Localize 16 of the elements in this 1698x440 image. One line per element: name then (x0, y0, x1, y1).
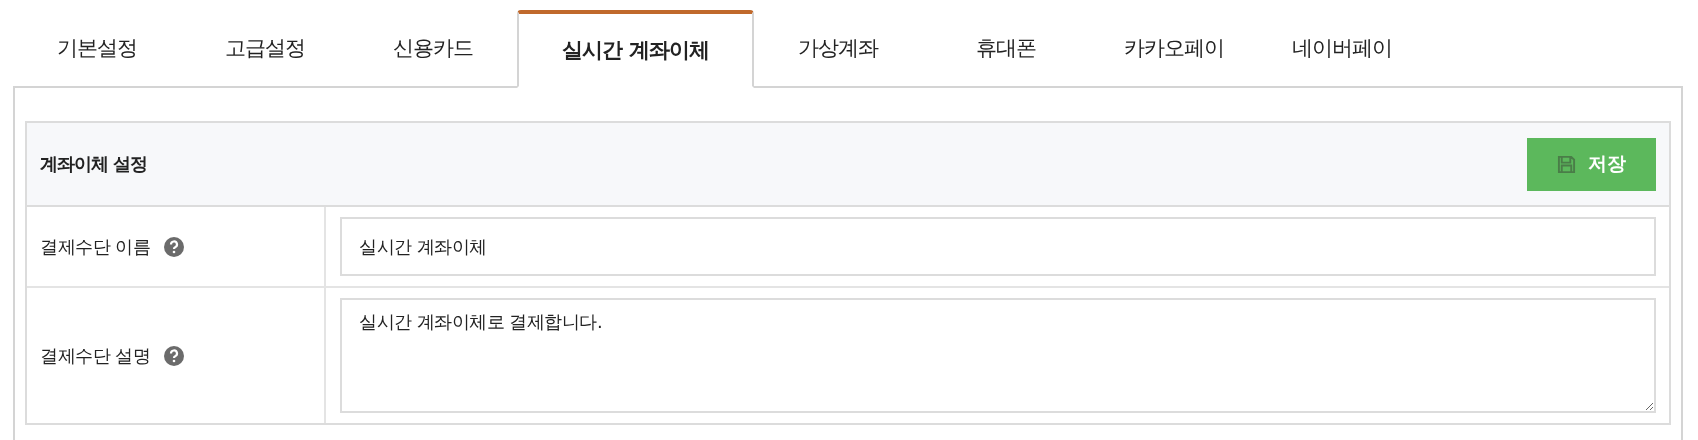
section-title: 계좌이체 설정 (40, 152, 148, 176)
help-icon[interactable] (164, 345, 185, 366)
field-label: 결제수단 설명 (40, 343, 151, 368)
description-field[interactable]: 실시간 계좌이체로 결제합니다. (340, 298, 1656, 413)
tab[interactable]: 실시간 계좌이체 (517, 10, 754, 88)
field-label: 결제수단 이름 (40, 234, 151, 259)
tab[interactable]: 네이버페이 (1258, 10, 1426, 86)
help-icon[interactable] (164, 236, 185, 257)
tab[interactable]: 고급설정 (181, 10, 349, 86)
tab[interactable]: 신용카드 (349, 10, 517, 86)
tab[interactable]: 카카오페이 (1090, 10, 1258, 86)
name-field[interactable]: 실시간 계좌이체 (340, 217, 1656, 276)
tab[interactable]: 기본설정 (13, 10, 181, 86)
tab[interactable]: 가상계좌 (754, 10, 922, 86)
save-icon (1557, 154, 1576, 174)
tab[interactable]: 휴대폰 (922, 10, 1090, 86)
